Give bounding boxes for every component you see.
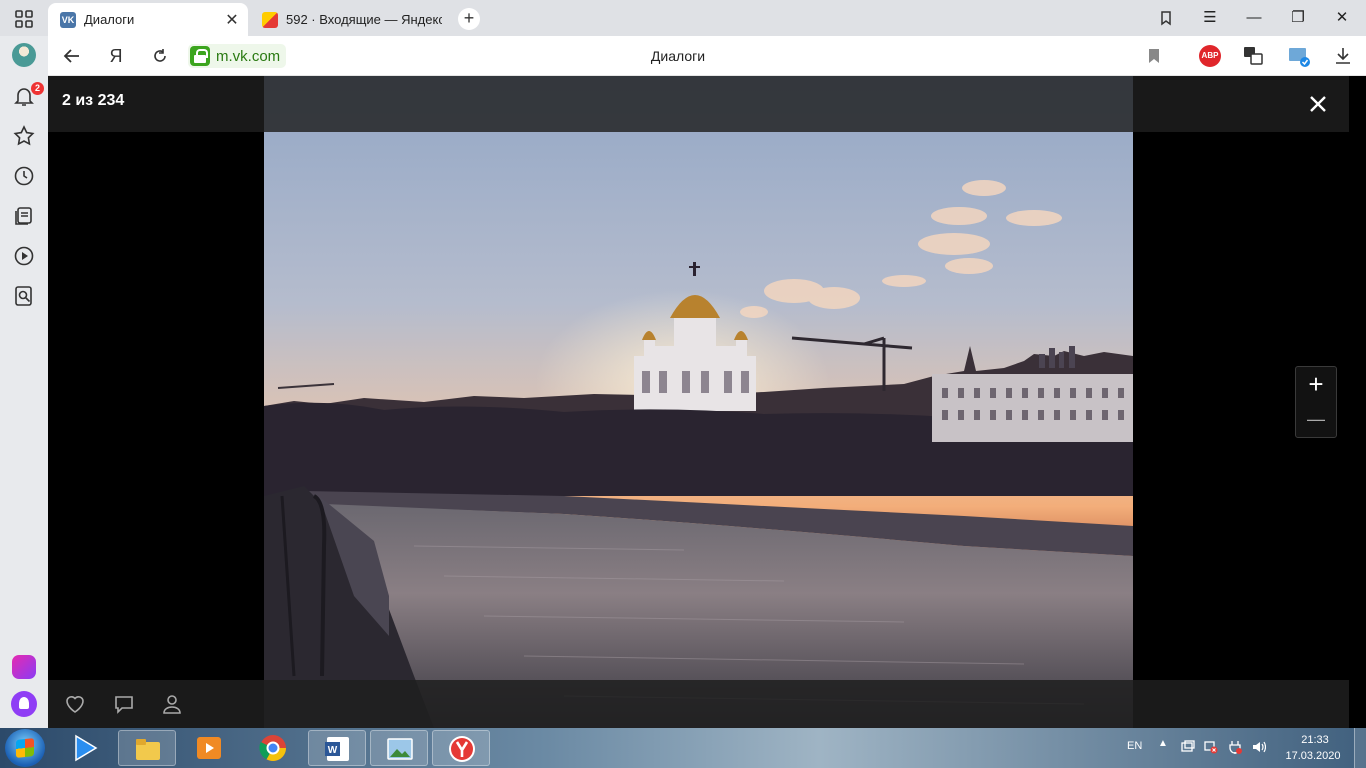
clock-time[interactable]: 21:33 (1286, 734, 1344, 746)
menu-icon[interactable]: ☰ (1197, 6, 1223, 30)
vk-favicon-icon: VK (60, 11, 76, 28)
photo-counter: 2 из 234 (62, 92, 125, 109)
taskbar-media-player[interactable] (56, 730, 114, 766)
yandex-market-icon[interactable] (12, 655, 36, 679)
volume-icon[interactable] (1252, 740, 1266, 754)
play-arrow-icon (75, 734, 98, 762)
tab-dialogs[interactable]: VK Диалоги ✕ (48, 3, 248, 36)
tab-title: Диалоги (84, 12, 135, 27)
network-error-icon[interactable] (1204, 740, 1218, 754)
url-field[interactable]: m.vk.com (188, 44, 287, 68)
translate-icon[interactable] (1241, 44, 1265, 68)
downloads-icon[interactable] (1331, 44, 1355, 68)
history-clock-icon[interactable] (12, 164, 36, 188)
viewer-bottom-bar (48, 680, 1349, 728)
folder-icon (136, 739, 160, 760)
tab-yandex-mail[interactable]: 592 · Входящие — Яндекс (250, 3, 450, 36)
taskbar-yandex-browser[interactable] (432, 730, 490, 766)
url-text: m.vk.com (216, 47, 281, 65)
collections-icon[interactable] (12, 204, 36, 228)
word-icon: W (325, 737, 349, 761)
taskbar-video-player[interactable] (180, 730, 238, 766)
back-button[interactable] (60, 44, 84, 68)
photo-viewer: 2 из 234 + — (48, 76, 1349, 728)
star-icon[interactable] (12, 124, 36, 148)
tab-title: 592 · Входящие — Яндекс (286, 12, 442, 27)
bookmarks-panel-icon[interactable] (1153, 6, 1179, 30)
adblock-plus-icon[interactable]: ABP (1199, 45, 1221, 67)
tabs-grid-icon[interactable] (14, 9, 34, 29)
page-scrollbar[interactable] (1349, 76, 1366, 728)
notification-badge: 2 (31, 82, 44, 95)
like-heart-icon[interactable] (63, 692, 87, 716)
windows-taskbar: W EN ▲ 21:33 17.03.2020 (0, 728, 1366, 768)
user-avatar[interactable] (12, 43, 36, 67)
alice-assistant-icon[interactable] (11, 691, 37, 717)
yandex-browser-icon (449, 736, 475, 762)
comment-icon[interactable] (112, 692, 136, 716)
address-bar: Я m.vk.com Диалоги ABP (48, 36, 1366, 76)
clock-date[interactable]: 17.03.2020 (1280, 750, 1346, 762)
search-document-icon[interactable] (12, 284, 36, 308)
play-video-icon[interactable] (12, 244, 36, 268)
new-tab-button[interactable]: + (458, 8, 480, 30)
bookmark-icon[interactable] (1142, 44, 1166, 68)
close-window-button[interactable]: ✕ (1329, 6, 1355, 30)
browser-tab-bar: VK Диалоги ✕ 592 · Входящие — Яндекс + ☰… (0, 0, 1366, 36)
keyboard-language[interactable]: EN (1127, 740, 1142, 752)
viewer-top-bar: 2 из 234 (48, 76, 1349, 132)
zoom-out-button[interactable]: — (1296, 402, 1336, 437)
minimize-window-button[interactable]: — (1241, 6, 1267, 30)
zoom-controls: + — (1295, 366, 1337, 438)
page-title: Диалоги (650, 48, 706, 64)
yandex-home-button[interactable]: Я (104, 44, 128, 68)
close-tab-icon[interactable]: ✕ (224, 10, 240, 30)
zoom-in-button[interactable]: + (1296, 367, 1336, 402)
lock-icon (190, 46, 210, 66)
video-player-icon (197, 737, 221, 759)
restore-window-button[interactable]: ❐ (1285, 6, 1311, 30)
action-center-icon[interactable] (1181, 740, 1195, 754)
photo-image (264, 76, 1133, 728)
reload-icon[interactable] (148, 44, 172, 68)
show-desktop-button[interactable] (1354, 728, 1366, 768)
taskbar-explorer[interactable] (118, 730, 176, 766)
mail-envelope-icon (262, 11, 278, 28)
start-button[interactable] (5, 729, 45, 767)
photo-extension-icon[interactable] (1287, 44, 1311, 68)
taskbar-photo-viewer[interactable] (370, 730, 428, 766)
chrome-icon (259, 735, 287, 762)
close-icon[interactable] (1306, 92, 1330, 116)
browser-sidebar: 2 (0, 36, 48, 728)
person-icon[interactable] (160, 692, 184, 716)
picture-icon (387, 738, 413, 760)
svg-text:W: W (328, 745, 338, 756)
power-plug-icon[interactable] (1228, 740, 1242, 754)
taskbar-chrome[interactable] (244, 730, 302, 766)
taskbar-word[interactable]: W (308, 730, 366, 766)
show-hidden-icons-icon[interactable]: ▲ (1158, 738, 1168, 749)
